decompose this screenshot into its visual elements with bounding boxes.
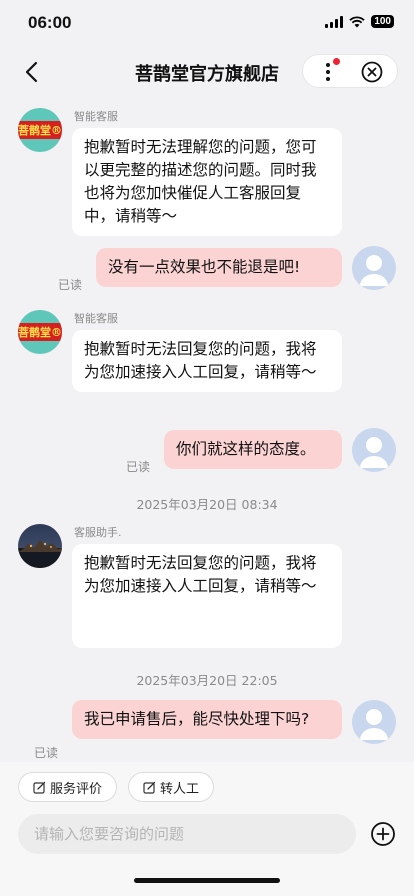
user-avatar-icon: [360, 255, 388, 286]
store-logo: 菩鹊堂®: [18, 323, 62, 341]
read-status: 已读: [34, 746, 59, 760]
store-avatar[interactable]: 菩鹊堂®: [18, 310, 62, 354]
signal-icon: [325, 15, 344, 28]
battery-indicator: 100: [371, 15, 394, 28]
timestamp: 2025年03月20日 22:05: [136, 673, 278, 688]
close-icon[interactable]: [361, 61, 383, 83]
user-message[interactable]: 我已申请售后，能尽快处理下吗?: [72, 700, 342, 739]
message-input[interactable]: [18, 814, 356, 854]
read-status: 已读: [58, 278, 83, 292]
input-area: [0, 810, 414, 896]
timestamp: 2025年03月20日 08:34: [136, 497, 278, 512]
status-bar: 06:00 100: [0, 0, 414, 46]
nav-capsule: [302, 54, 398, 88]
sender-name: 客服助手.: [74, 526, 122, 539]
service-rating-button[interactable]: 服务评价: [18, 772, 118, 802]
edit-icon: [33, 781, 46, 794]
user-message[interactable]: 你们就这样的态度。: [164, 430, 342, 469]
user-avatar[interactable]: [352, 700, 396, 744]
home-indicator: [134, 878, 280, 883]
notification-dot: [333, 58, 340, 65]
chat-messages[interactable]: 菩鹊堂® 智能客服 抱歉暂时无法理解您的问题，您可以更完整的描述您的问题。同时我…: [0, 98, 414, 762]
agent-message[interactable]: 抱歉暂时无法回复您的问题，我将为您加速接入人工回复，请稍等～: [72, 544, 342, 648]
agent-message[interactable]: 抱歉暂时无法回复您的问题，我将为您加速接入人工回复，请稍等～: [72, 330, 342, 392]
chip-label: 服务评价: [50, 781, 103, 797]
wifi-icon: [349, 15, 365, 27]
sender-name: 智能客服: [74, 110, 118, 123]
back-icon[interactable]: [18, 58, 46, 86]
user-message[interactable]: 没有一点效果也不能退是吧!: [96, 248, 342, 287]
user-avatar-icon: [360, 709, 388, 740]
store-logo: 菩鹊堂®: [18, 121, 62, 139]
nav-bar: 菩鹊堂官方旗舰店: [0, 46, 414, 98]
sender-name: 智能客服: [74, 312, 118, 325]
helper-avatar-image: [18, 540, 62, 568]
store-avatar[interactable]: 菩鹊堂®: [18, 108, 62, 152]
user-avatar[interactable]: [352, 428, 396, 472]
quick-actions-bar: 服务评价 转人工: [0, 762, 414, 810]
agent-message[interactable]: 抱歉暂时无法理解您的问题，您可以更完整的描述您的问题。同时我也将为您加快催促人工…: [72, 128, 342, 236]
user-avatar-icon: [360, 437, 388, 468]
chip-label: 转人工: [160, 781, 200, 797]
user-avatar[interactable]: [352, 246, 396, 290]
edit-icon: [143, 781, 156, 794]
status-icons: 100: [325, 15, 394, 28]
helper-avatar[interactable]: [18, 524, 62, 568]
read-status: 已读: [126, 460, 151, 474]
status-time: 06:00: [28, 13, 72, 32]
plus-icon[interactable]: [370, 821, 396, 847]
transfer-human-button[interactable]: 转人工: [128, 772, 215, 802]
